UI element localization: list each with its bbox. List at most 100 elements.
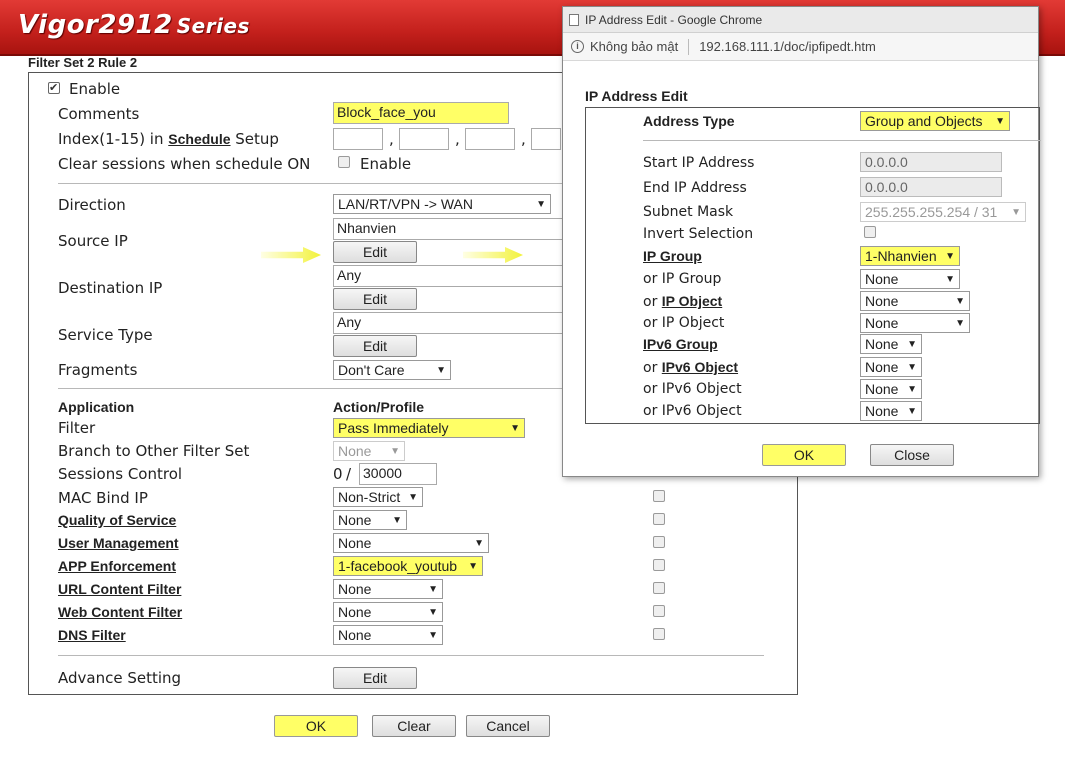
url-content-filter-select[interactable]: None ▼ xyxy=(333,579,443,599)
divider xyxy=(643,140,1041,141)
end-ip-input[interactable]: 0.0.0.0 xyxy=(860,177,1002,197)
ipv6-group-link[interactable]: IPv6 Group xyxy=(643,336,718,352)
source-ip-label: Source IP xyxy=(58,232,128,250)
dropdown-arrow-icon: ▼ xyxy=(428,606,438,618)
app-enforcement-value: 1-facebook_youtub xyxy=(338,558,458,574)
ip-group-select[interactable]: 1-Nhanvien ▼ xyxy=(860,246,960,266)
schedule-index-1[interactable] xyxy=(333,128,383,150)
index-label: Index(1-15) in Schedule Setup xyxy=(58,130,279,148)
advance-setting-edit-button[interactable]: Edit xyxy=(333,667,417,689)
or-ip-group-select[interactable]: None ▼ xyxy=(860,269,960,289)
dropdown-arrow-icon: ▼ xyxy=(392,514,402,526)
app-enforcement-select[interactable]: 1-facebook_youtub ▼ xyxy=(333,556,483,576)
web-content-filter-link[interactable]: Web Content Filter xyxy=(58,604,182,620)
web-content-filter-select[interactable]: None ▼ xyxy=(333,602,443,622)
fragments-select[interactable]: Don't Care ▼ xyxy=(333,360,451,380)
popup-titlebar[interactable]: IP Address Edit - Google Chrome xyxy=(563,7,1038,33)
schedule-index-2[interactable] xyxy=(399,128,449,150)
dropdown-arrow-icon: ▼ xyxy=(536,198,546,210)
destination-ip-edit-button[interactable]: Edit xyxy=(333,288,417,310)
destination-ip-label: Destination IP xyxy=(58,279,163,297)
sessions-current: 0 xyxy=(333,465,343,483)
dns-filter-value: None xyxy=(338,627,372,643)
dropdown-arrow-icon: ▼ xyxy=(995,115,1005,127)
comma-separator: , xyxy=(455,130,460,148)
url-separator xyxy=(688,38,690,55)
clear-sessions-checkbox[interactable] xyxy=(338,156,350,168)
start-ip-label: Start IP Address xyxy=(643,155,755,171)
clear-button[interactable]: Clear xyxy=(372,715,456,737)
filter-action-select[interactable]: Pass Immediately ▼ xyxy=(333,418,525,438)
address-type-select[interactable]: Group and Objects ▼ xyxy=(860,111,1010,131)
popup-url-bar[interactable]: i Không bảo mật 192.168.111.1/doc/ipfipe… xyxy=(563,33,1038,61)
dns-filter-select[interactable]: None ▼ xyxy=(333,625,443,645)
web-content-filter-checkbox[interactable] xyxy=(653,605,665,617)
mac-bind-value: Non-Strict xyxy=(338,489,401,505)
cancel-button[interactable]: Cancel xyxy=(466,715,550,737)
sessions-max-input[interactable]: 30000 xyxy=(359,463,437,485)
schedule-link[interactable]: Schedule xyxy=(168,131,230,147)
or-ipv6-object-select-1[interactable]: None ▼ xyxy=(860,379,922,399)
dns-filter-link[interactable]: DNS Filter xyxy=(58,627,126,643)
ip-object-link[interactable]: IP Object xyxy=(662,293,722,309)
popup-window-title: IP Address Edit - Google Chrome xyxy=(585,12,763,27)
dropdown-arrow-icon: ▼ xyxy=(510,422,520,434)
mac-bind-checkbox[interactable] xyxy=(653,490,665,502)
comments-input[interactable]: Block_face_you xyxy=(333,102,509,124)
branch-filter-set-select[interactable]: None ▼ xyxy=(333,441,405,461)
enable-checkbox[interactable] xyxy=(48,82,60,94)
dropdown-arrow-icon: ▼ xyxy=(474,537,484,549)
fragments-label: Fragments xyxy=(58,361,138,379)
qos-checkbox[interactable] xyxy=(653,513,665,525)
security-label: Không bảo mật xyxy=(590,39,679,54)
app-enforcement-link[interactable]: APP Enforcement xyxy=(58,558,176,574)
or-ip-object-select[interactable]: None ▼ xyxy=(860,313,970,333)
popup-close-button[interactable]: Close xyxy=(870,444,954,466)
qos-select[interactable]: None ▼ xyxy=(333,510,407,530)
popup-url: 192.168.111.1/doc/ipfipedt.htm xyxy=(699,39,876,54)
branch-label: Branch to Other Filter Set xyxy=(58,442,250,460)
start-ip-input[interactable]: 0.0.0.0 xyxy=(860,152,1002,172)
direction-label: Direction xyxy=(58,196,126,214)
or-prefix: or xyxy=(643,360,662,376)
ip-object-select[interactable]: None ▼ xyxy=(860,291,970,311)
source-ip-edit-button[interactable]: Edit xyxy=(333,241,417,263)
dns-filter-checkbox[interactable] xyxy=(653,628,665,640)
schedule-index-4[interactable] xyxy=(531,128,561,150)
index-label-suffix: Setup xyxy=(230,130,279,148)
highlight-arrow-icon xyxy=(261,247,321,263)
dropdown-arrow-icon: ▼ xyxy=(907,405,917,417)
app-enforcement-checkbox[interactable] xyxy=(653,559,665,571)
direction-select[interactable]: LAN/RT/VPN -> WAN ▼ xyxy=(333,194,551,214)
ipv6-object-select[interactable]: None ▼ xyxy=(860,357,922,377)
ipv6-group-select[interactable]: None ▼ xyxy=(860,334,922,354)
popup-ok-button[interactable]: OK xyxy=(762,444,846,466)
ipv6-object-link[interactable]: IPv6 Object xyxy=(662,359,738,375)
highlight-arrow-icon xyxy=(463,247,523,263)
or-ip-group-label: or IP Group xyxy=(643,271,722,287)
service-type-value: Any xyxy=(333,312,565,334)
or-ipv6-object-label: or IPv6 Object xyxy=(643,381,742,397)
mac-bind-select[interactable]: Non-Strict ▼ xyxy=(333,487,423,507)
or-ip-object-label: or IP Object xyxy=(643,315,725,331)
or-ip-object-value: None xyxy=(865,315,899,331)
url-content-filter-checkbox[interactable] xyxy=(653,582,665,594)
user-management-link[interactable]: User Management xyxy=(58,535,179,551)
user-management-select[interactable]: None ▼ xyxy=(333,533,489,553)
ip-edit-form: Address Type Group and Objects ▼ Start IP… xyxy=(585,107,1041,424)
service-type-edit-button[interactable]: Edit xyxy=(333,335,417,357)
ip-group-link[interactable]: IP Group xyxy=(643,248,702,264)
subnet-mask-select[interactable]: 255.255.255.254 / 31 ▼ xyxy=(860,202,1026,222)
invert-selection-checkbox[interactable] xyxy=(864,226,876,238)
url-content-filter-link[interactable]: URL Content Filter xyxy=(58,581,181,597)
qos-link[interactable]: Quality of Service xyxy=(58,512,176,528)
clear-sessions-label: Clear sessions when schedule ON xyxy=(58,155,311,173)
clear-sessions-enable-label: Enable xyxy=(360,155,412,173)
dropdown-arrow-icon: ▼ xyxy=(945,273,955,285)
schedule-index-3[interactable] xyxy=(465,128,515,150)
or-ipv6-object-select-2[interactable]: None ▼ xyxy=(860,401,922,421)
ok-button[interactable]: OK xyxy=(274,715,358,737)
user-management-checkbox[interactable] xyxy=(653,536,665,548)
dropdown-arrow-icon: ▼ xyxy=(1011,206,1021,218)
subnet-mask-label: Subnet Mask xyxy=(643,204,734,220)
